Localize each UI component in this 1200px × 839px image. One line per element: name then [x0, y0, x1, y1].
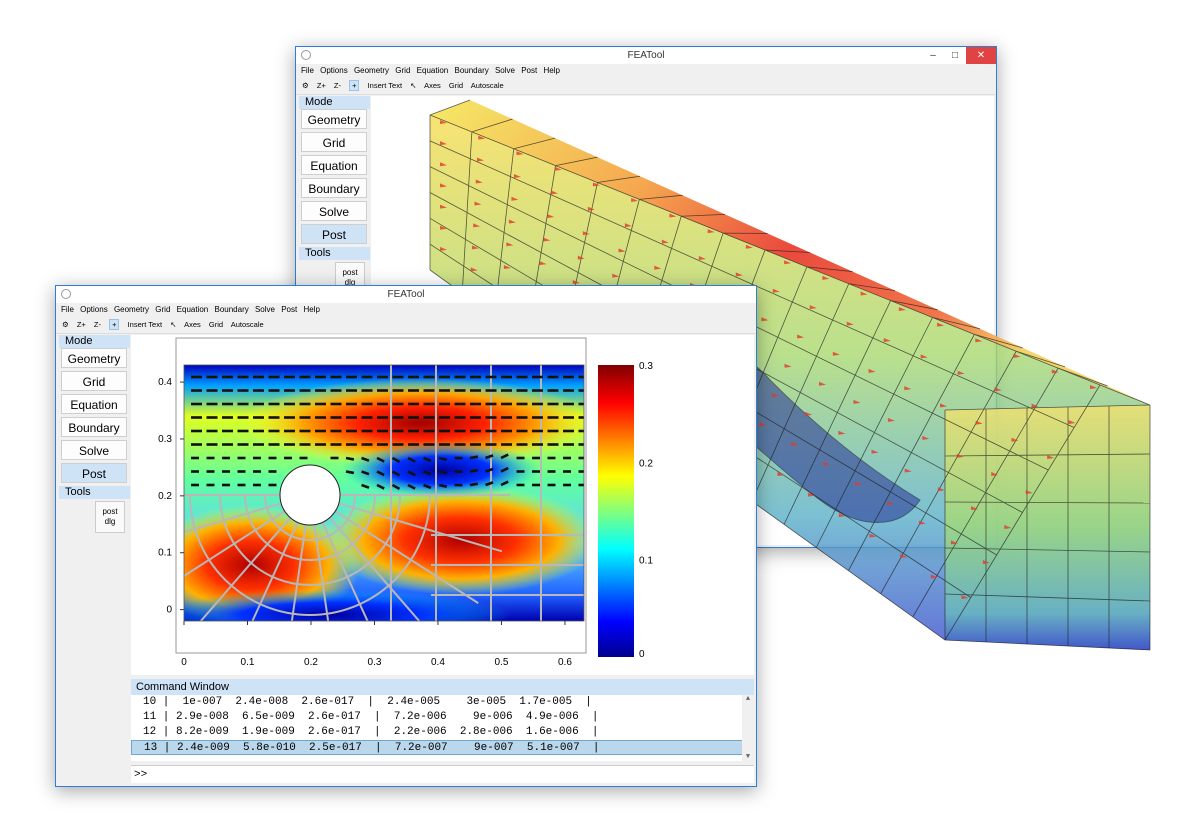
- colorbar-tick-label: 0.3: [639, 361, 653, 372]
- menu-file[interactable]: File: [61, 305, 74, 314]
- velocity-arrow: [469, 455, 479, 460]
- velocity-arrow: [469, 468, 479, 473]
- velocity-arrow: [345, 456, 355, 461]
- velocity-arrow: [438, 483, 448, 488]
- post-dialog-label-2: dlg: [104, 517, 116, 526]
- log-line-selected[interactable]: 13 | 2.4e-009 5.8e-010 2.5e-017 | 7.2e-0…: [131, 740, 754, 755]
- mode-grid-button[interactable]: Grid: [61, 371, 127, 391]
- colorbar-tick-label: 0.1: [639, 556, 653, 567]
- mode-post-button[interactable]: Post: [61, 463, 127, 483]
- post-dialog-button[interactable]: post dlg: [95, 501, 125, 533]
- post-dialog-label-1: post: [102, 507, 118, 516]
- x-tick-label: 0.6: [558, 657, 572, 668]
- pan-button[interactable]: +: [109, 319, 120, 330]
- mode-label: Mode: [59, 335, 130, 348]
- x-tick-label: 0.5: [495, 657, 509, 668]
- zoom-in-button[interactable]: Z+: [77, 320, 86, 329]
- menu-options[interactable]: Options: [80, 305, 108, 314]
- box-end-face: [945, 405, 1150, 650]
- autoscale-button[interactable]: Autoscale: [231, 320, 264, 329]
- x-tick-label: 0: [181, 657, 187, 668]
- menu-geometry[interactable]: Geometry: [114, 305, 149, 314]
- colorbar-tick-label: 0: [639, 649, 645, 660]
- y-tick-label: 0.4: [158, 377, 172, 388]
- scroll-up-icon[interactable]: ▲: [742, 695, 754, 703]
- x-tick-label: 0.1: [241, 657, 255, 668]
- velocity-arrow: [345, 470, 355, 475]
- y-tick-label: 0: [166, 605, 172, 616]
- insert-text-button[interactable]: Insert Text: [128, 320, 162, 329]
- menu-grid[interactable]: Grid: [155, 305, 170, 314]
- menu-boundary[interactable]: Boundary: [214, 305, 248, 314]
- front-mode-panel: Mode Geometry Grid Equation Boundary Sol…: [59, 335, 130, 533]
- log-line: 11 | 2.9e-008 6.5e-009 2.6e-017 | 7.2e-0…: [143, 711, 599, 723]
- log-line: 10 | 1e-007 2.4e-008 2.6e-017 | 2.4e-005…: [143, 696, 592, 708]
- command-prompt: >>: [134, 769, 148, 781]
- front-title-bar: FEATool: [56, 286, 756, 303]
- x-tick-label: 0.3: [368, 657, 382, 668]
- menu-solve[interactable]: Solve: [255, 305, 275, 314]
- x-tick-label: 0.4: [431, 657, 445, 668]
- grid-button[interactable]: Grid: [209, 320, 223, 329]
- rotate-icon[interactable]: ⚙: [62, 320, 69, 329]
- zoom-out-button[interactable]: Z-: [94, 320, 101, 329]
- mode-boundary-button[interactable]: Boundary: [61, 417, 127, 437]
- scroll-down-icon[interactable]: ▼: [742, 753, 754, 761]
- 2d-plot[interactable]: 0 0.1 0.2 0.3 0.4 0.5 0.6 0 0.1 0.2 0.3 0.4 0 0.1 0.…: [131, 335, 754, 675]
- colorbar-tick-label: 0.2: [639, 458, 653, 469]
- y-tick-label: 0.1: [158, 548, 172, 559]
- app-icon: [61, 289, 71, 299]
- velocity-arrow: [469, 482, 479, 487]
- command-scrollbar[interactable]: ▲ ▼: [742, 695, 754, 761]
- front-toolbar: ⚙ Z+ Z- + Insert Text ↖ Axes Grid Autosc…: [56, 317, 756, 334]
- front-window-title: FEATool: [387, 289, 425, 300]
- command-window-title: Command Window: [131, 679, 754, 695]
- front-window: FEATool File Options Geometry Grid Equat…: [55, 285, 757, 787]
- command-window-log[interactable]: 10 | 1e-007 2.4e-008 2.6e-017 | 2.4e-005…: [131, 695, 754, 761]
- x-tick-label: 0.2: [304, 657, 318, 668]
- log-line: 12 | 8.2e-009 1.9e-009 2.6e-017 | 2.2e-0…: [143, 726, 599, 738]
- y-tick-label: 0.3: [158, 434, 172, 445]
- menu-post[interactable]: Post: [281, 305, 297, 314]
- front-menu-bar: File Options Geometry Grid Equation Boun…: [56, 303, 756, 317]
- cylinder-hole: [279, 464, 341, 526]
- mode-geometry-button[interactable]: Geometry: [61, 348, 127, 368]
- tools-label: Tools: [59, 486, 130, 499]
- axes-button[interactable]: Axes: [184, 320, 201, 329]
- pointer-icon[interactable]: ↖: [170, 320, 176, 329]
- mode-equation-button[interactable]: Equation: [61, 394, 127, 414]
- menu-equation[interactable]: Equation: [177, 305, 209, 314]
- menu-help[interactable]: Help: [303, 305, 319, 314]
- velocity-arrow: [438, 470, 448, 475]
- colorbar: [598, 365, 634, 657]
- command-input[interactable]: >>: [131, 765, 754, 783]
- y-tick-label: 0.2: [158, 491, 172, 502]
- velocity-arrow: [438, 456, 448, 461]
- mode-solve-button[interactable]: Solve: [61, 440, 127, 460]
